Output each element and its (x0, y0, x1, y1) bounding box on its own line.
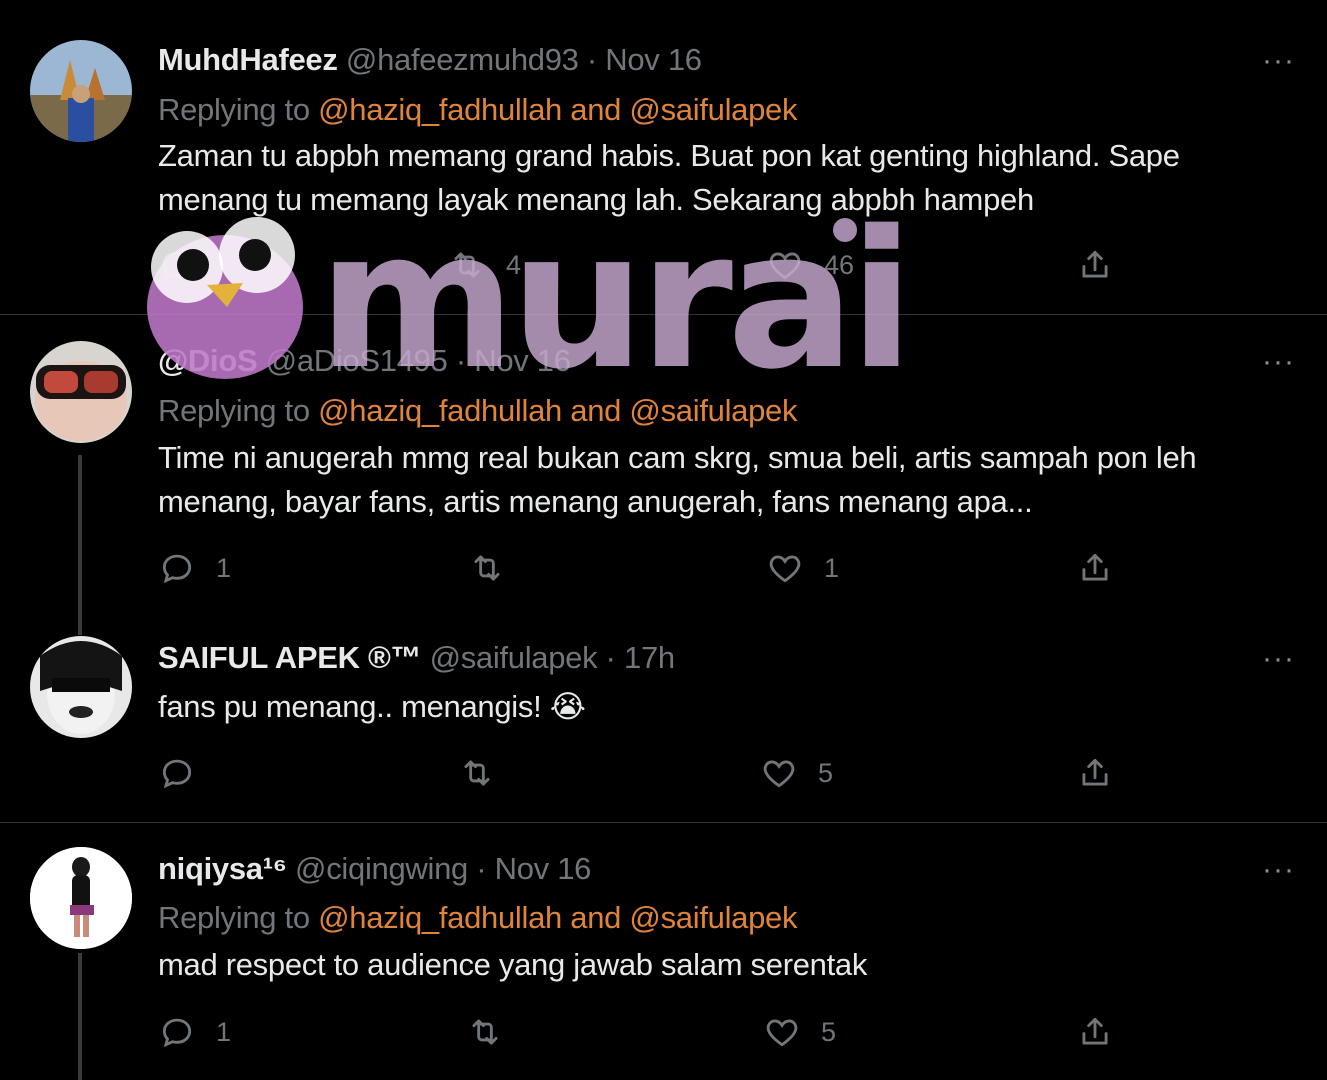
retweet-button[interactable] (458, 754, 516, 792)
tweet-3[interactable]: SAIFUL APEK ®™ @saifulapek · 17h ··· fan… (0, 630, 1327, 822)
more-options-icon[interactable]: ··· (1262, 44, 1295, 78)
retweet-icon (464, 760, 490, 786)
share-icon (1082, 1017, 1108, 1045)
heart-icon (769, 555, 801, 583)
thread-line (78, 455, 82, 635)
reply-icon (162, 251, 192, 281)
tweet-text: Time ni anugerah mmg real bukan cam skrg… (158, 440, 1197, 519)
share-button[interactable] (1076, 246, 1114, 284)
reply-icon (162, 759, 192, 789)
timestamp[interactable]: Nov 16 (605, 42, 702, 77)
more-options-icon[interactable]: ··· (1262, 642, 1295, 676)
tweet-4[interactable]: niqiysa¹⁶ @ciqingwing · Nov 16 ··· Reply… (0, 823, 1327, 1080)
retweet-button[interactable] (468, 549, 526, 587)
reply-button[interactable] (158, 246, 216, 284)
more-options-icon[interactable]: ··· (1262, 853, 1295, 887)
tweet-actions: 5 (158, 754, 1298, 794)
tweet-text: fans pu menang.. menangis! 😭 (158, 689, 586, 724)
retweet-button[interactable] (466, 1013, 524, 1051)
replying-to: Replying to @haziq_fadhullah and @saiful… (158, 92, 797, 128)
thread-line (78, 953, 82, 1080)
reply-mentions[interactable]: @haziq_fadhullah and @saifulapek (318, 92, 797, 127)
like-count: 5 (818, 757, 834, 788)
reply-count: 1 (216, 552, 232, 583)
heart-icon (763, 760, 795, 788)
reply-button[interactable] (158, 754, 216, 792)
tweet-text: mad respect to audience yang jawab salam… (158, 947, 868, 982)
display-name[interactable]: MuhdHafeez (158, 42, 338, 77)
like-count: 1 (824, 552, 840, 583)
tweet-actions: 1 5 (158, 1013, 1298, 1053)
display-name[interactable]: niqiysa¹⁶ (158, 851, 287, 886)
separator-dot: · (476, 851, 487, 886)
reply-icon (162, 1018, 192, 1048)
retweet-icon (474, 555, 500, 581)
like-button[interactable]: 5 (760, 754, 833, 792)
like-button[interactable]: 1 (766, 549, 839, 587)
retweet-icon (472, 1019, 498, 1045)
reply-icon (162, 554, 192, 584)
share-icon (1082, 553, 1108, 581)
reply-count: 1 (216, 1016, 232, 1047)
avatar[interactable] (30, 40, 132, 142)
avatar[interactable] (30, 636, 132, 738)
user-handle[interactable]: @saifulapek (430, 640, 598, 675)
watermark-text: murai (318, 190, 914, 411)
share-button[interactable] (1076, 549, 1114, 587)
timestamp[interactable]: Nov 16 (495, 851, 592, 886)
user-handle[interactable]: @hafeezmuhd93 (346, 42, 579, 77)
replying-to-label: Replying to (158, 393, 310, 428)
timestamp[interactable]: 17h (624, 640, 675, 675)
share-button[interactable] (1076, 1013, 1114, 1051)
display-name[interactable]: SAIFUL APEK ®™ (158, 640, 422, 675)
avatar[interactable] (30, 847, 132, 949)
user-handle[interactable]: @ciqingwing (295, 851, 468, 886)
reply-button[interactable]: 1 (158, 549, 231, 587)
reply-mentions[interactable]: @haziq_fadhullah and @saifulapek (318, 900, 797, 935)
tweet-actions: 1 1 (158, 549, 1298, 589)
share-icon (1082, 250, 1108, 278)
share-icon (1082, 758, 1108, 786)
replying-to-label: Replying to (158, 92, 310, 127)
replying-to: Replying to @haziq_fadhullah and @saiful… (158, 900, 797, 936)
like-count: 5 (821, 1016, 837, 1047)
more-options-icon[interactable]: ··· (1262, 345, 1295, 379)
like-button[interactable]: 5 (763, 1013, 836, 1051)
heart-icon (766, 1019, 798, 1047)
avatar[interactable] (30, 341, 132, 443)
separator-dot: · (586, 42, 597, 77)
display-name[interactable]: @DioS (158, 343, 258, 378)
share-button[interactable] (1076, 754, 1114, 792)
reply-button[interactable]: 1 (158, 1013, 231, 1051)
replying-to-label: Replying to (158, 900, 310, 935)
separator-dot: · (605, 640, 616, 675)
